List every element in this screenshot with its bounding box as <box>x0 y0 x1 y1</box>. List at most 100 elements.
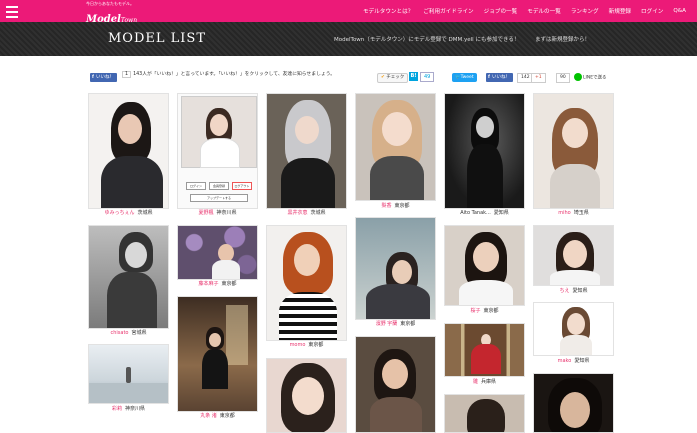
model-caption: 梨香 東京都 <box>355 203 436 209</box>
model-caption: momo 東京都 <box>266 342 347 348</box>
model-name[interactable]: 彩莉 <box>112 406 122 412</box>
model-name[interactable]: chisato <box>110 330 128 336</box>
model-name[interactable]: miho <box>558 210 571 216</box>
model-photo[interactable] <box>88 93 169 209</box>
model-photo[interactable] <box>444 323 525 377</box>
model-photo[interactable] <box>266 358 347 433</box>
model-card[interactable]: 雛兵庫県 <box>444 323 525 389</box>
model-photo[interactable] <box>444 93 525 209</box>
model-photo[interactable] <box>266 225 347 341</box>
model-name[interactable]: ちえ <box>559 288 569 294</box>
model-card[interactable]: 彩莉 神奈川県 <box>88 344 169 416</box>
model-prefecture: 茨城県 <box>137 210 153 216</box>
model-name[interactable]: 黒井衣恵 <box>287 210 307 216</box>
model-photo[interactable] <box>355 336 436 433</box>
model-photo[interactable] <box>533 225 614 286</box>
model-photo[interactable] <box>533 93 614 209</box>
model-photo[interactable] <box>355 93 436 201</box>
model-caption: 黒井衣恵 茨城県 <box>266 210 347 216</box>
google-plus-button[interactable]: +1 <box>531 73 546 83</box>
model-name[interactable]: 丸条 渚 <box>200 413 217 419</box>
model-card[interactable]: ちえ 愛知県 <box>533 225 614 298</box>
nav-models[interactable]: モデルの一覧 <box>522 7 566 15</box>
model-prefecture: 愛知県 <box>493 210 509 216</box>
model-photo[interactable] <box>533 302 614 356</box>
nav-qa[interactable]: Q&A <box>668 8 691 14</box>
model-caption: ゆみっちぇん 茨城県 <box>88 210 169 216</box>
hatena-bookmark-icon[interactable]: B! <box>409 72 418 81</box>
model-card[interactable] <box>266 358 347 433</box>
nav-guideline[interactable]: ご利用ガイドライン <box>418 7 478 15</box>
model-caption: 雛兵庫県 <box>444 379 525 385</box>
model-card[interactable]: momo 東京都 <box>266 225 347 353</box>
model-name[interactable]: 濱野 宇蘭 <box>376 321 398 327</box>
model-caption: 濱野 宇蘭 東京都 <box>355 321 436 327</box>
mixi-check-button[interactable]: ✔ チェック <box>377 73 409 83</box>
model-photo[interactable] <box>444 394 525 433</box>
model-caption: 藤本麻子 東京都 <box>177 281 258 287</box>
model-name[interactable]: mako <box>558 358 572 364</box>
model-prefecture: 愛知県 <box>574 358 590 364</box>
facebook-like-button[interactable]: f いいね！ <box>90 73 117 82</box>
model-photo[interactable] <box>177 225 258 280</box>
banner-notice[interactable]: ModelTown（モデルタウン）にモデル登録で DMM.yell にも参加でき… <box>334 35 519 43</box>
facebook-like-button-2[interactable]: f いいね！ <box>486 73 513 82</box>
model-prefecture: 東京都 <box>219 413 235 419</box>
nav-about[interactable]: モデルタウンとは？ <box>358 7 418 15</box>
model-caption: miho 埼玉県 <box>533 210 614 216</box>
model-card[interactable]: 丸条 渚東京都 <box>177 296 258 424</box>
model-name[interactable]: 夏野楓 <box>198 210 213 216</box>
nav-jobs[interactable]: ジョブの一覧 <box>479 7 523 15</box>
hatena-bookmark-count[interactable]: 49 <box>420 72 435 82</box>
model-name[interactable]: 桜子 <box>470 308 480 314</box>
model-photo[interactable] <box>444 225 525 306</box>
phone-register-button: 会員登録 <box>209 182 229 190</box>
model-card[interactable]: miho 埼玉県 <box>533 93 614 221</box>
model-name[interactable]: 梨香 <box>381 203 391 209</box>
line-icon <box>574 73 582 81</box>
model-card[interactable]: mako 愛知県 <box>533 302 614 368</box>
model-photo[interactable] <box>88 344 169 404</box>
model-prefecture: 兵庫県 <box>481 379 497 385</box>
model-card[interactable]: 黒井衣恵 茨城県 <box>266 93 347 221</box>
line-share-button[interactable]: LINEで送る <box>574 73 607 82</box>
model-card[interactable] <box>355 336 436 433</box>
phone-login-button: ログイン <box>186 182 206 190</box>
model-photo[interactable] <box>355 217 436 320</box>
model-photo[interactable]: ログイン 会員登録 ログアウト アップデートする <box>177 93 258 209</box>
model-card[interactable]: ログイン 会員登録 ログアウト アップデートする 夏野楓 神奈川県 <box>177 93 258 221</box>
model-card[interactable] <box>444 394 525 433</box>
hamburger-menu-icon[interactable] <box>4 3 20 19</box>
model-prefecture: 東京都 <box>483 308 499 314</box>
model-prefecture: 埼玉県 <box>573 210 589 216</box>
model-name[interactable]: 雛 <box>473 379 478 385</box>
model-photo[interactable] <box>266 93 347 209</box>
model-photo[interactable] <box>533 373 614 433</box>
model-card[interactable]: 濱野 宇蘭 東京都 <box>355 217 436 332</box>
tweet-button[interactable]: 🐦Tweet <box>452 73 477 82</box>
model-name[interactable]: 藤本麻子 <box>198 281 218 287</box>
model-card[interactable] <box>533 373 614 433</box>
model-name[interactable]: momo <box>290 342 306 348</box>
model-card[interactable]: 梨香 東京都 <box>355 93 436 213</box>
model-card[interactable]: ゆみっちぇん 茨城県 <box>88 93 169 221</box>
nav-login[interactable]: ログイン <box>636 7 668 15</box>
model-card[interactable]: 桜子 東京都 <box>444 225 525 318</box>
model-prefecture: 東京都 <box>221 281 237 287</box>
model-prefecture: 神奈川県 <box>216 210 237 216</box>
model-photo[interactable] <box>177 296 258 412</box>
nav-ranking[interactable]: ランキング <box>566 7 604 15</box>
model-prefecture: 東京都 <box>400 321 416 327</box>
model-name[interactable]: Aito Tanak... <box>460 210 491 216</box>
banner-notice-cta[interactable]: まずは新規登録から！ <box>535 35 590 43</box>
social-share-strip: f いいね！ 1 143人が「いいね！」と言っています。「いいね！」をクリックして、… <box>0 71 697 86</box>
model-name[interactable]: ゆみっちぇん <box>104 210 134 216</box>
model-photo[interactable] <box>88 225 169 329</box>
model-caption: 丸条 渚東京都 <box>177 413 258 419</box>
model-caption: 桜子 東京都 <box>444 308 525 314</box>
nav-register[interactable]: 新規登録 <box>604 7 636 15</box>
model-caption: mako 愛知県 <box>533 358 614 364</box>
model-card[interactable]: 藤本麻子 東京都 <box>177 225 258 291</box>
model-card[interactable]: chisato 宮城県 <box>88 225 169 342</box>
model-card[interactable]: Aito Tanak... 愛知県 <box>444 93 525 221</box>
